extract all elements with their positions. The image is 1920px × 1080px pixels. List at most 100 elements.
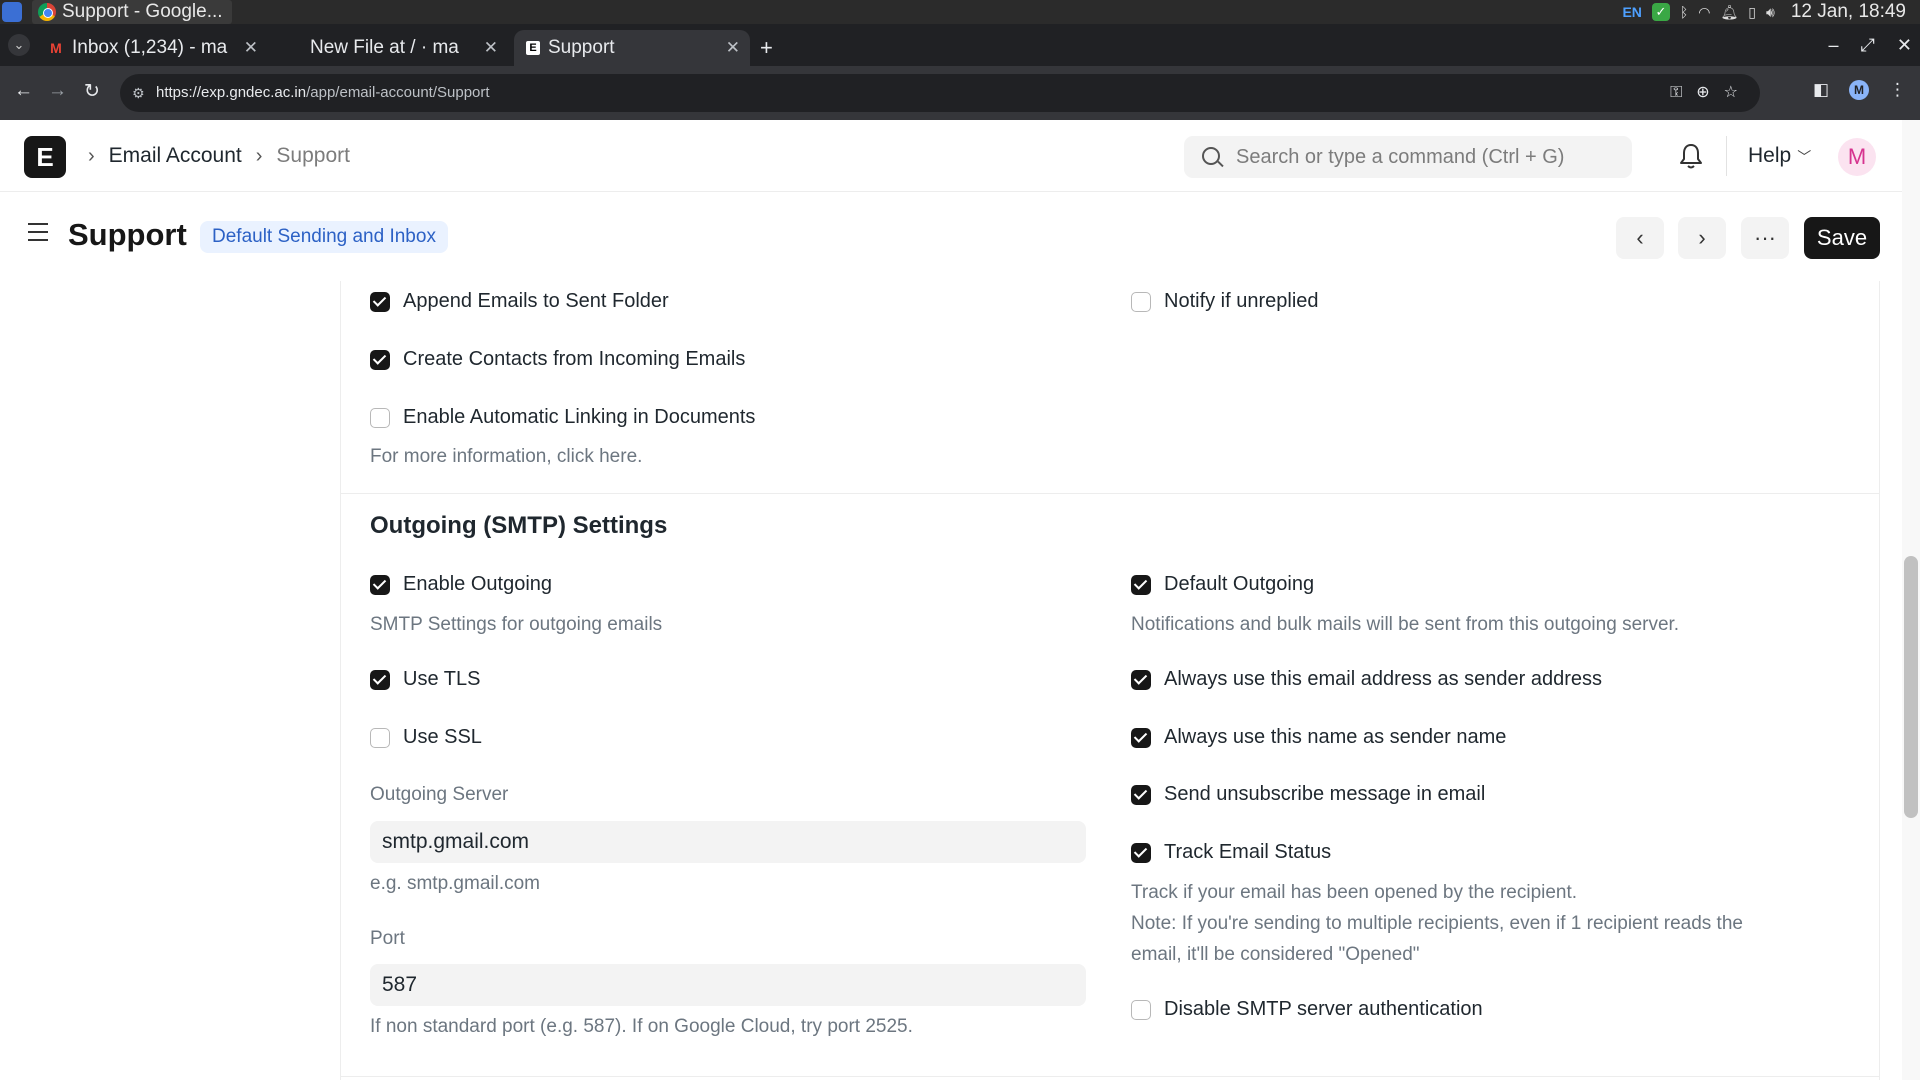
port-label: Port	[370, 928, 405, 949]
ellipsis-icon: ···	[1754, 225, 1776, 250]
wifi-icon[interactable]: ◠	[1698, 4, 1710, 21]
auto-linking-checkbox[interactable]: Enable Automatic Linking in Documents	[370, 406, 755, 429]
url-host: https://exp.gndec.ac.in	[156, 84, 307, 101]
search-placeholder: Search or type a command (Ctrl + G)	[1236, 146, 1565, 168]
close-window-icon[interactable]: ✕	[1897, 30, 1912, 60]
checkbox-unchecked-icon[interactable]	[1131, 999, 1151, 1020]
notification-bell-icon[interactable]	[1678, 142, 1704, 170]
use-ssl-checkbox[interactable]: Use SSL	[370, 726, 482, 749]
disable-smtp-auth-checkbox[interactable]: Disable SMTP server authentication	[1131, 998, 1483, 1021]
active-window-title[interactable]: Support - Google...	[32, 0, 232, 24]
shield-icon[interactable]: ✓	[1651, 3, 1670, 21]
default-outgoing-checkbox[interactable]: Default Outgoing	[1131, 573, 1314, 596]
checkbox-checked-icon[interactable]	[1131, 669, 1151, 690]
tab-label: Inbox (1,234) - ma	[72, 37, 228, 58]
tab-search-icon[interactable]: ⌄	[8, 34, 30, 56]
help-dropdown[interactable]: Help ﹀	[1748, 120, 1811, 192]
gmail-icon: M	[50, 40, 62, 56]
breadcrumb: › Email Account › Support	[88, 120, 350, 192]
app-logo[interactable]: E	[24, 136, 66, 178]
checkbox-label: Track Email Status	[1164, 841, 1332, 863]
notify-unreplied-checkbox[interactable]: Notify if unreplied	[1131, 290, 1319, 313]
close-tab-icon[interactable]: ✕	[244, 30, 258, 66]
tab-new-file[interactable]: New File at / · ma ✕	[300, 30, 508, 66]
auto-linking-description: For more information, click here.	[370, 446, 643, 467]
checkbox-label: Notify if unreplied	[1164, 290, 1319, 312]
page-scrollbar-thumb[interactable]	[1904, 556, 1918, 818]
chevron-right-icon: ›	[88, 144, 95, 167]
status-badge: Default Sending and Inbox	[200, 221, 448, 253]
outgoing-server-label: Outgoing Server	[370, 784, 509, 805]
port-input[interactable]	[370, 964, 1086, 1006]
launcher-icon[interactable]	[2, 2, 22, 22]
previous-doc-button[interactable]: ‹	[1616, 217, 1664, 259]
os-top-bar: Support - Google... EN ✓ ᛒ ◠ 🔔︎ ▯ 🔊︎ 12 …	[0, 0, 1920, 24]
profile-avatar[interactable]: M	[1849, 80, 1869, 100]
append-sent-checkbox[interactable]: Append Emails to Sent Folder	[370, 290, 669, 313]
back-arrow-icon[interactable]: ←	[14, 80, 33, 102]
section-heading-outgoing[interactable]: Outgoing (SMTP) Settings	[370, 512, 667, 540]
checkbox-checked-icon[interactable]	[1131, 784, 1151, 805]
bluetooth-icon[interactable]: ᛒ	[1680, 4, 1688, 20]
checkbox-unchecked-icon[interactable]	[1131, 291, 1151, 312]
tab-inbox[interactable]: M Inbox (1,234) - ma ✕	[40, 30, 268, 66]
address-bar[interactable]: ⚙︎ https://exp.gndec.ac.in/app/email-acc…	[120, 74, 1760, 112]
notification-icon[interactable]: 🔔︎	[1721, 4, 1739, 21]
keyboard-layout-indicator[interactable]: EN	[1622, 4, 1641, 20]
checkbox-unchecked-icon[interactable]	[370, 407, 390, 428]
outgoing-server-input[interactable]	[370, 821, 1086, 863]
checkbox-checked-icon[interactable]	[370, 574, 390, 595]
enable-outgoing-checkbox[interactable]: Enable Outgoing	[370, 573, 552, 596]
track-status-desc-line: Note: If you're sending to multiple reci…	[1131, 913, 1743, 934]
battery-icon[interactable]: ▯	[1748, 4, 1756, 21]
reload-icon[interactable]: ↻	[84, 80, 100, 103]
always-sender-address-checkbox[interactable]: Always use this email address as sender …	[1131, 668, 1602, 691]
checkbox-label: Always use this name as sender name	[1164, 726, 1507, 748]
chevron-down-icon: ﹀	[1797, 149, 1812, 165]
checkbox-label: Disable SMTP server authentication	[1164, 998, 1483, 1020]
browser-tab-strip: ⌄ M Inbox (1,234) - ma ✕ New File at / · …	[0, 24, 1920, 66]
use-tls-checkbox[interactable]: Use TLS	[370, 668, 480, 691]
site-info-icon[interactable]: ⚙︎	[132, 74, 145, 112]
breadcrumb-support[interactable]: Support	[276, 144, 350, 168]
new-tab-button[interactable]: +	[760, 30, 773, 66]
close-tab-icon[interactable]: ✕	[726, 30, 740, 66]
section-divider	[340, 1076, 1880, 1077]
outgoing-server-description: e.g. smtp.gmail.com	[370, 873, 540, 894]
track-status-desc-line: email, it'll be considered "Opened"	[1131, 944, 1420, 965]
send-unsubscribe-checkbox[interactable]: Send unsubscribe message in email	[1131, 783, 1485, 806]
always-sender-name-checkbox[interactable]: Always use this name as sender name	[1131, 726, 1506, 749]
checkbox-checked-icon[interactable]	[1131, 574, 1151, 595]
clock[interactable]: 12 Jan, 18:49	[1791, 1, 1906, 23]
forward-arrow-icon[interactable]: →	[48, 80, 67, 102]
tab-support[interactable]: E Support ✕	[514, 30, 750, 66]
save-button[interactable]: Save	[1804, 217, 1880, 259]
checkbox-label: Send unsubscribe message in email	[1164, 783, 1486, 805]
erpnext-favicon: E	[526, 40, 540, 55]
password-key-icon[interactable]: ⚿	[1670, 74, 1682, 112]
awesome-bar-search[interactable]: Search or type a command (Ctrl + G)	[1184, 136, 1632, 178]
bookmark-star-icon[interactable]: ☆	[1724, 74, 1738, 112]
more-actions-button[interactable]: ···	[1741, 217, 1789, 259]
search-icon	[1202, 147, 1220, 165]
checkbox-checked-icon[interactable]	[370, 669, 390, 690]
track-email-status-checkbox[interactable]: Track Email Status	[1131, 841, 1331, 864]
breadcrumb-email-account[interactable]: Email Account	[109, 144, 242, 168]
checkbox-checked-icon[interactable]	[1131, 727, 1151, 748]
create-contacts-checkbox[interactable]: Create Contacts from Incoming Emails	[370, 348, 745, 371]
browser-menu-icon[interactable]: ⋮	[1889, 80, 1906, 100]
side-panel-icon[interactable]: ◧	[1813, 80, 1829, 100]
sidebar-toggle-icon[interactable]	[28, 223, 48, 241]
restore-icon[interactable]: ⤢	[1861, 30, 1875, 60]
user-avatar[interactable]: M	[1838, 138, 1876, 176]
checkbox-checked-icon[interactable]	[370, 349, 390, 370]
volume-icon[interactable]: 🔊︎	[1766, 4, 1775, 21]
next-doc-button[interactable]: ›	[1678, 217, 1726, 259]
close-tab-icon[interactable]: ✕	[484, 30, 498, 66]
checkbox-checked-icon[interactable]	[370, 291, 390, 312]
minimize-icon[interactable]: –	[1828, 30, 1838, 60]
omnibox-actions: ⚿ ⊕ ☆	[1670, 74, 1738, 112]
checkbox-unchecked-icon[interactable]	[370, 727, 390, 748]
zoom-icon[interactable]: ⊕	[1696, 74, 1709, 112]
checkbox-checked-icon[interactable]	[1131, 842, 1151, 863]
